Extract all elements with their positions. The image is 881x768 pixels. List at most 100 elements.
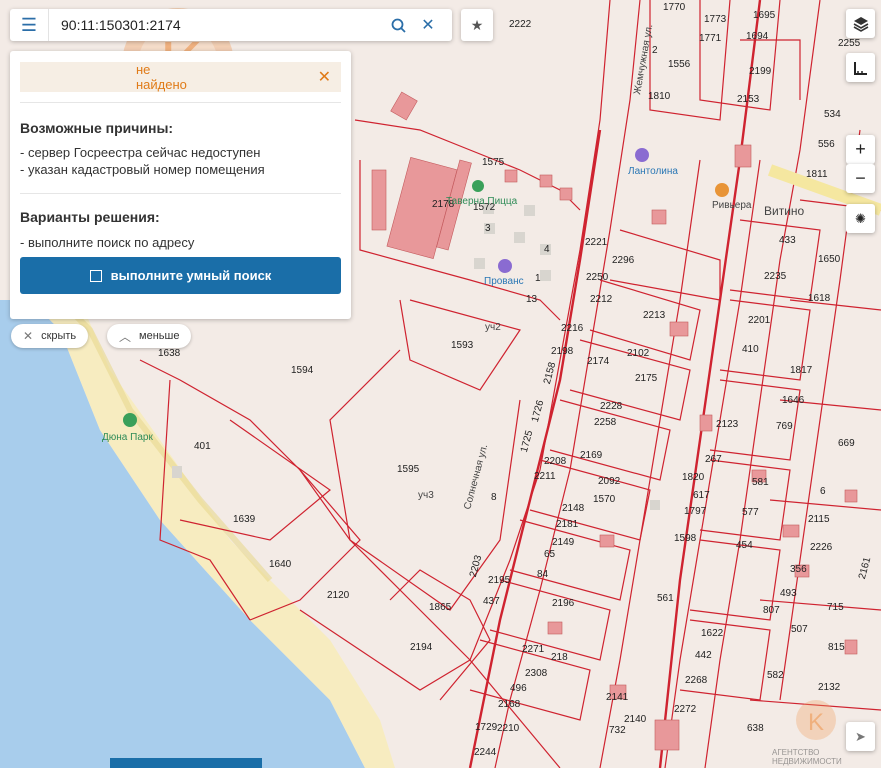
parcel-label: 2228 <box>600 401 623 412</box>
divider <box>20 102 341 103</box>
svg-text:Лантолина: Лантолина <box>628 166 678 177</box>
parcel-label: 2199 <box>749 66 772 77</box>
hide-label: скрыть <box>41 330 77 342</box>
close-icon[interactable]: ✕ <box>318 67 331 87</box>
parcel-label: 1820 <box>682 472 705 483</box>
parcel-label: 815 <box>828 642 845 653</box>
parcel-label: 2123 <box>716 419 739 430</box>
clear-search-button[interactable]: ✕ <box>413 9 443 41</box>
svg-text:Дюна Парк: Дюна Парк <box>102 432 153 443</box>
parcel-label: 1817 <box>790 365 813 376</box>
parcel-label: 2226 <box>810 542 833 553</box>
layers-button[interactable] <box>846 9 875 38</box>
parcel-label: 617 <box>693 490 710 501</box>
zoom-out-button[interactable]: − <box>846 164 875 193</box>
not-found-text: не найдено <box>136 62 187 92</box>
parcel-label: 1622 <box>701 628 724 639</box>
parcel-label: 2212 <box>590 294 613 305</box>
parcel-label: 582 <box>767 670 784 681</box>
parcel-label: 1695 <box>753 10 776 21</box>
parcel-label: 1638 <box>158 348 181 359</box>
svg-text:K: K <box>808 709 824 736</box>
parcel-label: 2149 <box>552 537 575 548</box>
parcel-label: 2221 <box>585 237 608 248</box>
copy-icon <box>89 269 102 282</box>
parcel-label: 1725 <box>519 429 535 454</box>
smart-search-button[interactable]: выполните умный поиск <box>20 257 341 294</box>
parcel-label: 2115 <box>808 514 830 525</box>
poi-lantolina[interactable]: Лантолина <box>628 148 678 177</box>
street-label: Жемчужная ул. <box>632 23 655 95</box>
parcel-label: 2211 <box>534 471 556 482</box>
locate-button[interactable]: ✺ <box>846 204 875 233</box>
ruler-icon <box>853 61 867 75</box>
locate-icon: ✺ <box>855 210 866 226</box>
navigate-icon: ➤ <box>855 728 866 744</box>
navigate-button[interactable]: ➤ <box>846 722 875 751</box>
parcel-label: 1618 <box>808 293 831 304</box>
parcel-label: 84 <box>537 569 549 580</box>
parcel-label: 1639 <box>233 514 256 525</box>
parcel-label: 2153 <box>737 94 760 105</box>
parcel-label: 715 <box>827 602 844 613</box>
poi-riviera[interactable]: Ривьера <box>712 183 752 211</box>
favorites-button[interactable]: ★ <box>461 9 493 41</box>
parcel-label: 638 <box>747 723 764 734</box>
parcel-label: 732 <box>609 725 626 736</box>
agency-logo-watermark-small: K <box>796 700 836 740</box>
parcel-label: 1570 <box>593 494 616 505</box>
close-icon: ✕ <box>421 17 435 34</box>
search-button[interactable] <box>383 9 413 41</box>
parcel-label: 556 <box>818 139 835 150</box>
parcel-label: 401 <box>194 441 211 452</box>
ruler-button[interactable] <box>846 53 875 82</box>
parcel-label: 561 <box>657 593 674 604</box>
parcel-label: 2235 <box>764 271 787 282</box>
area-label: уч2 <box>485 322 501 333</box>
parcel-label: 433 <box>779 235 796 246</box>
parcel-label: 2271 <box>522 644 545 655</box>
parcel-label: 2210 <box>497 723 520 734</box>
parcel-label: 3 <box>485 223 491 234</box>
parcel-label: 581 <box>752 477 769 488</box>
minus-icon: − <box>855 168 866 188</box>
parcel-label: 2201 <box>748 315 771 326</box>
zoom-in-button[interactable]: + <box>846 135 875 164</box>
poi-vitino: Витино <box>764 204 805 218</box>
parcel-label: 2213 <box>643 310 666 321</box>
parcel-label: 2102 <box>627 348 650 359</box>
parcel-label: 2268 <box>685 675 708 686</box>
search-input[interactable] <box>59 16 383 34</box>
parcel-label: 8 <box>491 492 497 503</box>
search-bar: ☰ ✕ <box>10 9 452 41</box>
less-button[interactable]: ︿ меньше <box>107 324 192 348</box>
parcel-label: 2168 <box>498 699 521 710</box>
svg-text:Таверна Пицца: Таверна Пицца <box>446 196 518 207</box>
area-label: уч3 <box>418 490 434 501</box>
parcel-label: 2174 <box>587 356 610 367</box>
parcel-label: 2255 <box>838 38 861 49</box>
parcel-label: 2175 <box>635 373 658 384</box>
parcel-label: 410 <box>742 344 759 355</box>
parcel-label: 2208 <box>544 456 567 467</box>
menu-button[interactable]: ☰ <box>10 9 49 41</box>
parcel-label: 2196 <box>552 598 575 609</box>
parcel-label: 2250 <box>586 272 609 283</box>
hide-button[interactable]: ✕ скрыть <box>11 324 89 348</box>
chevron-up-icon: ︿ <box>119 329 132 344</box>
parcel-label: 1640 <box>269 559 292 570</box>
parcel-label: 2194 <box>410 642 433 653</box>
parcel-label: 507 <box>791 624 808 635</box>
solution-item: - выполните поиск по адресу <box>20 235 195 250</box>
reason-item: - сервер Госреестра сейчас недоступен <box>20 145 261 160</box>
poi-provans[interactable]: Прованс <box>484 259 524 287</box>
bottom-action-bar[interactable] <box>110 758 262 768</box>
parcel-label: 1650 <box>818 254 841 265</box>
parcel-label: 1770 <box>663 2 686 13</box>
parcel-label: 1811 <box>806 169 828 180</box>
parcel-label: 13 <box>526 294 538 305</box>
search-result-panel: не найдено ✕ Возможные причины: - сервер… <box>10 51 351 319</box>
parcel-label: 2216 <box>561 323 584 334</box>
close-icon: ✕ <box>23 329 34 343</box>
reasons-title: Возможные причины: <box>20 120 174 136</box>
